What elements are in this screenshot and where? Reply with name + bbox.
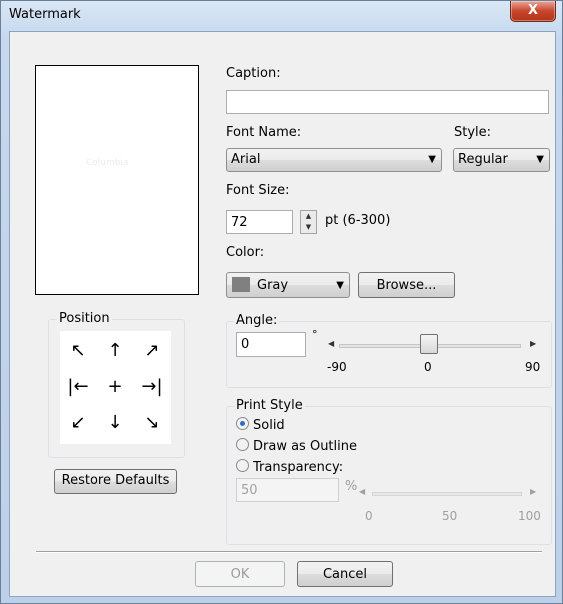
watermark-dialog: Watermark X Columbia Position ↖ ↑ ↗ |← +… (0, 0, 563, 604)
angle-input[interactable] (236, 332, 306, 357)
print-style-group: Print Style Solid Draw as Outline Transp… (226, 398, 552, 545)
position-bottom-center-icon[interactable]: ↓ (100, 411, 130, 435)
transparency-max-label: 100 (518, 509, 541, 523)
transparency-slider-track[interactable] (372, 492, 522, 496)
transparency-left-arrow-icon[interactable]: ◀ (359, 487, 365, 496)
position-top-left-icon[interactable]: ↖ (63, 339, 93, 363)
radio-icon (236, 459, 249, 472)
ok-button[interactable]: OK (195, 561, 285, 587)
transparency-radio[interactable]: Transparency: (236, 459, 343, 475)
font-name-select[interactable]: Arial ▼ (226, 148, 442, 172)
font-size-range: pt (6-300) (325, 213, 391, 228)
solid-label: Solid (253, 418, 285, 433)
chevron-down-icon: ▼ (536, 154, 544, 165)
draw-as-outline-radio[interactable]: Draw as Outline (236, 438, 357, 454)
spin-up-icon[interactable]: ▲ (301, 211, 316, 222)
chevron-down-icon: ▼ (428, 154, 436, 165)
caption-input[interactable] (226, 90, 549, 114)
chevron-down-icon: ▼ (336, 280, 344, 291)
preview-sample-text: Columbia (86, 158, 129, 168)
position-label: Position (57, 311, 112, 326)
style-value: Regular (458, 152, 508, 167)
close-icon: X (527, 3, 539, 18)
position-center-icon[interactable]: + (100, 375, 130, 399)
close-button[interactable]: X (510, 1, 556, 22)
style-label: Style: (454, 125, 492, 140)
angle-slider-thumb[interactable] (420, 334, 438, 354)
spin-down-icon[interactable]: ▼ (301, 222, 316, 233)
font-name-value: Arial (231, 152, 261, 167)
draw-as-outline-label: Draw as Outline (253, 439, 357, 454)
color-label: Color: (226, 245, 265, 260)
cancel-button[interactable]: Cancel (297, 561, 393, 587)
angle-group: Angle: ° ◀ ▶ -90 0 90 (226, 313, 552, 388)
print-style-label: Print Style (234, 398, 305, 413)
angle-max-label: 90 (525, 360, 541, 374)
position-top-center-icon[interactable]: ↑ (100, 339, 130, 363)
font-size-input[interactable] (226, 210, 293, 234)
font-size-spinner[interactable]: ▲ ▼ (300, 210, 317, 234)
transparency-min-label: 0 (365, 509, 373, 523)
position-top-right-icon[interactable]: ↗ (137, 339, 167, 363)
radio-icon (236, 438, 249, 451)
style-select[interactable]: Regular ▼ (453, 148, 550, 172)
window-title: Watermark (9, 7, 81, 22)
position-middle-right-icon[interactable]: →| (137, 375, 167, 399)
transparency-input[interactable] (236, 478, 339, 502)
dialog-body: Columbia Position ↖ ↑ ↗ |← + →| ↙ ↓ ↘ Re… (9, 31, 556, 597)
footer-divider (36, 551, 542, 553)
position-middle-left-icon[interactable]: |← (63, 375, 93, 399)
transparency-right-arrow-icon[interactable]: ▶ (530, 487, 536, 496)
color-select[interactable]: Gray ▼ (226, 272, 350, 298)
transparency-label: Transparency: (253, 460, 344, 475)
angle-left-arrow-icon[interactable]: ◀ (328, 339, 334, 348)
position-grid: ↖ ↑ ↗ |← + →| ↙ ↓ ↘ (60, 331, 171, 444)
caption-label: Caption: (226, 66, 281, 81)
font-size-label: Font Size: (226, 183, 290, 198)
watermark-preview: Columbia (35, 65, 199, 295)
browse-button[interactable]: Browse... (358, 272, 455, 298)
font-name-label: Font Name: (226, 125, 302, 140)
radio-selected-icon (236, 417, 249, 430)
angle-label: Angle: (234, 313, 280, 328)
angle-unit: ° (312, 328, 318, 341)
color-value: Gray (257, 278, 289, 293)
color-swatch (232, 277, 250, 292)
position-group: Position ↖ ↑ ↗ |← + →| ↙ ↓ ↘ (48, 311, 185, 458)
restore-defaults-button[interactable]: Restore Defaults (54, 469, 177, 494)
angle-mid-label: 0 (424, 360, 432, 374)
transparency-unit: % (345, 479, 358, 494)
position-bottom-right-icon[interactable]: ↘ (137, 411, 167, 435)
solid-radio[interactable]: Solid (236, 417, 285, 433)
position-bottom-left-icon[interactable]: ↙ (63, 411, 93, 435)
title-bar[interactable]: Watermark X (1, 1, 562, 31)
angle-right-arrow-icon[interactable]: ▶ (530, 339, 536, 348)
transparency-mid-label: 50 (442, 509, 458, 523)
angle-min-label: -90 (327, 360, 347, 374)
